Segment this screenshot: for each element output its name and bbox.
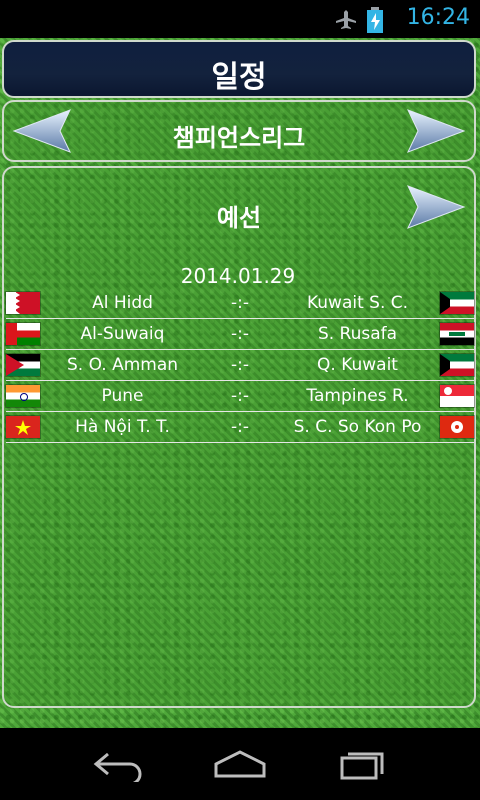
home-icon[interactable] — [210, 748, 270, 782]
bahrain-flag-icon — [6, 292, 40, 314]
status-bar: 16:24 — [0, 0, 480, 38]
home-team: Pune — [101, 386, 144, 406]
match-row[interactable]: Al-Suwaiq -:- S. Rusafa — [6, 319, 474, 350]
next-stage-arrow-icon[interactable] — [406, 184, 466, 230]
back-icon[interactable] — [90, 748, 150, 782]
app-content: 일정 챔피언스리그 예선 2014.01.29 Al Hidd -:- Kuwa… — [0, 38, 480, 728]
home-team: Hà Nội T. T. — [75, 417, 170, 437]
league-selector: 챔피언스리그 — [2, 100, 476, 162]
away-team: S. Rusafa — [317, 324, 398, 344]
kuwait-flag-icon — [440, 292, 474, 314]
match-score: -:- — [231, 355, 249, 375]
stage-name: 예선 — [216, 204, 262, 232]
home-team: S. O. Amman — [66, 355, 179, 375]
match-row[interactable]: Hà Nội T. T. -:- S. C. So Kon Po — [6, 412, 474, 443]
away-team: Q. Kuwait — [317, 355, 398, 375]
battery-charging-icon — [367, 7, 383, 33]
match-row[interactable]: Pune -:- Tampines R. — [6, 381, 474, 412]
home-team: Al-Suwaiq — [80, 324, 165, 344]
away-team: Kuwait S. C. — [306, 293, 409, 313]
india-flag-icon — [6, 385, 40, 407]
airplane-mode-icon — [336, 10, 356, 29]
vietnam-flag-icon — [6, 416, 40, 438]
match-row[interactable]: Al Hidd -:- Kuwait S. C. — [6, 288, 474, 319]
away-team: Tampines R. — [306, 386, 409, 406]
match-date: 2014.01.29 — [180, 264, 296, 288]
league-name: 챔피언스리그 — [172, 124, 306, 152]
hong-kong-flag-icon — [440, 416, 474, 438]
jordan-flag-icon — [6, 354, 40, 376]
match-row[interactable]: S. O. Amman -:- Q. Kuwait — [6, 350, 474, 381]
singapore-flag-icon — [440, 385, 474, 407]
match-score: -:- — [231, 386, 249, 406]
kuwait-flag-icon — [440, 354, 474, 376]
next-league-arrow-icon[interactable] — [406, 108, 466, 154]
oman-flag-icon — [6, 323, 40, 345]
iraq-flag-icon — [440, 323, 474, 345]
recent-apps-icon[interactable] — [332, 748, 392, 782]
home-team: Al Hidd — [92, 293, 153, 313]
match-score: -:- — [231, 417, 249, 437]
away-team: S. C. So Kon Po — [293, 417, 422, 437]
match-score: -:- — [231, 293, 249, 313]
page-title: 일정 — [211, 60, 267, 95]
title-bar: 일정 — [2, 40, 476, 98]
system-navigation-bar — [0, 728, 480, 800]
clock: 16:24 — [406, 5, 470, 30]
match-score: -:- — [231, 324, 249, 344]
